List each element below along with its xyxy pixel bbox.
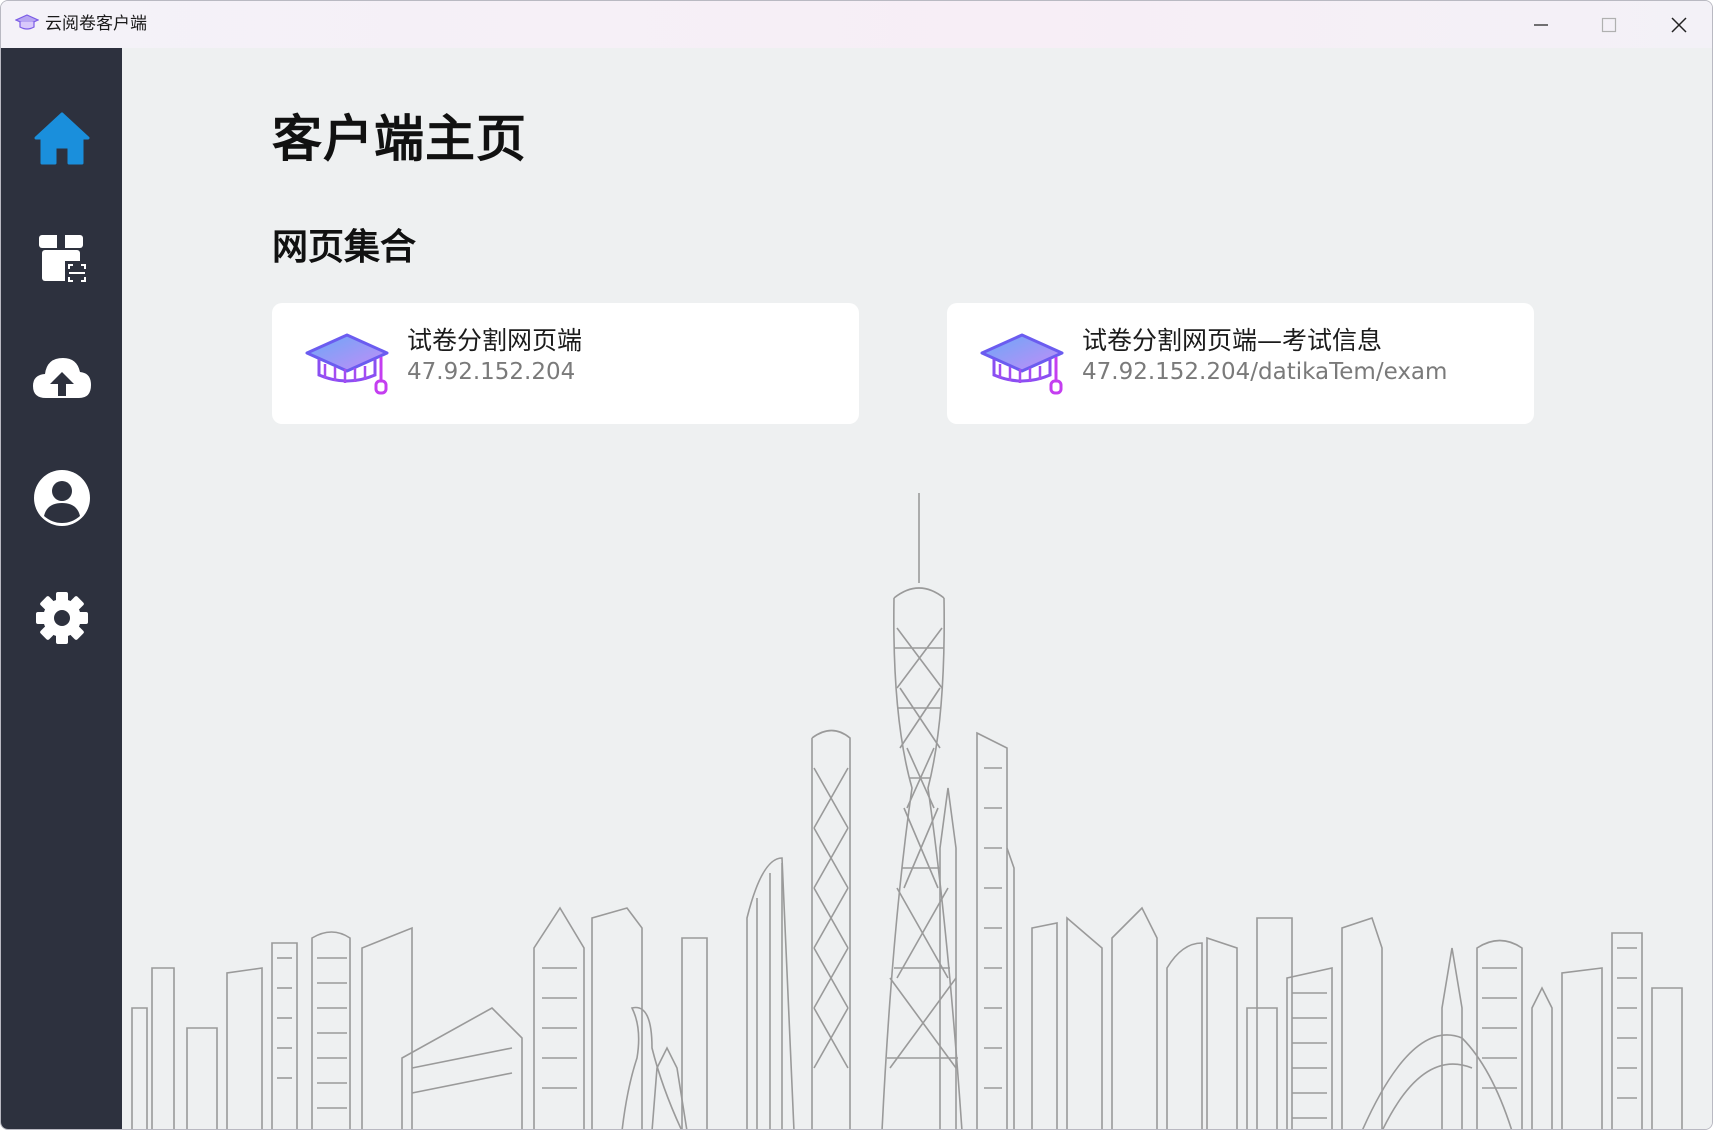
section-title: 网页集合 — [272, 227, 417, 268]
page-title: 客户端主页 — [272, 110, 527, 168]
web-link-card[interactable]: 试卷分割网页端 47.92.152.204 — [272, 303, 859, 424]
package-scan-icon — [33, 229, 91, 287]
city-skyline-illustration — [131, 493, 1683, 1129]
user-avatar-icon — [32, 468, 92, 528]
sidebar-item-profile[interactable] — [1, 448, 122, 548]
close-icon — [1670, 16, 1688, 34]
main-content: 客户端主页 网页集合 试卷分割网页端 47.92.152.204 试卷分割网页端… — [122, 48, 1712, 1129]
maximize-button[interactable] — [1574, 1, 1644, 48]
gear-icon — [33, 589, 91, 647]
home-icon — [33, 109, 91, 167]
graduation-cap-icon — [980, 331, 1066, 395]
card-title: 试卷分割网页端—考试信息 — [1082, 326, 1383, 355]
sidebar-item-settings[interactable] — [1, 568, 122, 668]
app-window: 云阅卷客户端 客户端主页 网页集合 试卷分割网页端 47.92.152.204 … — [0, 0, 1713, 1130]
minimize-button[interactable] — [1506, 1, 1576, 48]
sidebar-nav — [1, 48, 122, 1129]
minimize-icon — [1533, 17, 1549, 33]
sidebar-item-upload[interactable] — [1, 328, 122, 428]
sidebar-item-home[interactable] — [1, 88, 122, 188]
maximize-icon — [1601, 17, 1617, 33]
card-title: 试卷分割网页端 — [407, 326, 583, 355]
web-link-card[interactable]: 试卷分割网页端—考试信息 47.92.152.204/datikaTem/exa… — [947, 303, 1534, 424]
close-button[interactable] — [1644, 1, 1712, 48]
cloud-upload-icon — [30, 352, 94, 404]
title-bar[interactable]: 云阅卷客户端 — [1, 1, 1712, 48]
graduation-cap-icon — [305, 331, 391, 395]
sidebar-item-packages[interactable] — [1, 208, 122, 308]
card-url: 47.92.152.204 — [407, 359, 576, 385]
card-url: 47.92.152.204/datikaTem/exam — [1082, 359, 1448, 385]
graduation-cap-icon — [14, 13, 40, 33]
window-title: 云阅卷客户端 — [45, 14, 147, 34]
